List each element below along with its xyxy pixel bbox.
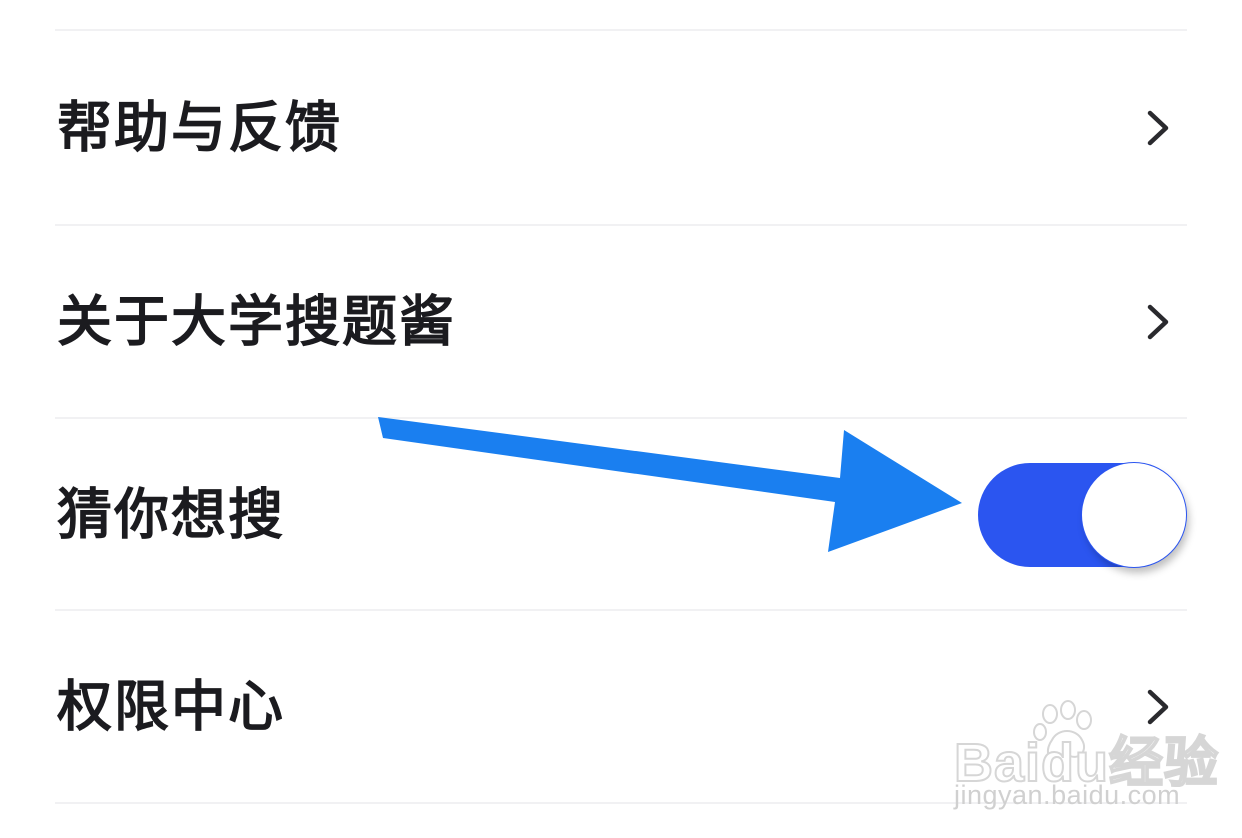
- baidu-jingyan-watermark: Baidu经验 jingyan.baidu.com: [948, 700, 1219, 820]
- settings-item-label: 帮助与反馈: [57, 95, 343, 160]
- settings-item-guess-search: 猜你想搜: [0, 419, 1242, 611]
- settings-item-about[interactable]: 关于大学搜题酱: [0, 226, 1242, 418]
- chevron-right-icon: [1147, 304, 1169, 340]
- settings-item-label: 猜你想搜: [57, 482, 286, 547]
- chevron-right-icon: [1147, 110, 1169, 146]
- settings-item-help-feedback[interactable]: 帮助与反馈: [0, 32, 1242, 224]
- settings-item-label: 权限中心: [57, 674, 286, 739]
- toggle-knob: [1082, 463, 1186, 567]
- settings-item-label: 关于大学搜题酱: [57, 289, 457, 354]
- watermark-url: jingyan.baidu.com: [954, 780, 1181, 810]
- divider: [55, 29, 1187, 31]
